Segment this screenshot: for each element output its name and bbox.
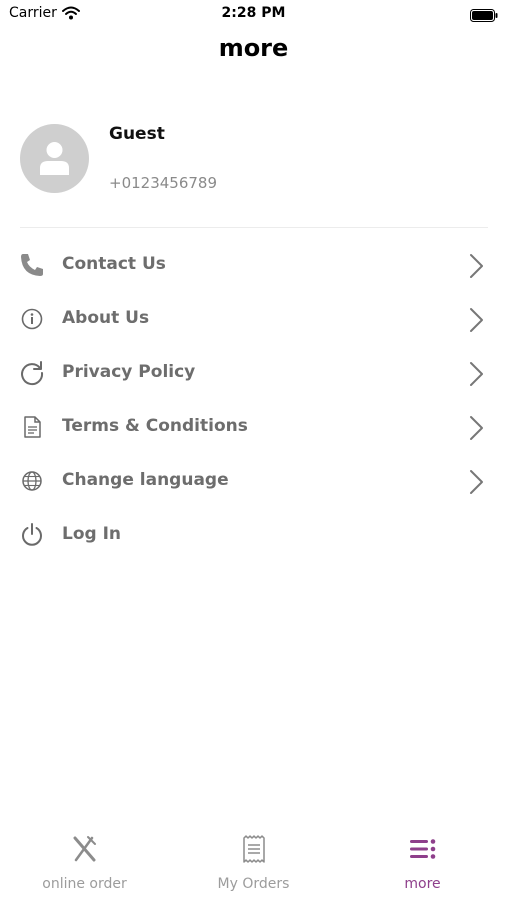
page-title: more (218, 34, 289, 62)
tab-my-orders[interactable]: My Orders (169, 832, 338, 900)
menu-item-label: Change language (62, 470, 229, 490)
document-icon (18, 413, 46, 441)
menu-item-log-in[interactable]: Log In (0, 508, 507, 562)
user-icon (40, 142, 69, 175)
chevron-right-icon (466, 361, 486, 387)
divider (20, 227, 488, 228)
menu-item-change-language[interactable]: Change language (0, 454, 507, 508)
menu-item-contact-us[interactable]: Contact Us (0, 238, 507, 292)
menu-item-privacy-policy[interactable]: Privacy Policy (0, 346, 507, 400)
power-icon (18, 521, 46, 549)
profile-phone: +0123456789 (109, 174, 218, 192)
tab-label: online order (42, 876, 127, 892)
fork-knife-icon (70, 834, 100, 864)
menu-list-icon (408, 834, 438, 864)
menu-item-terms-conditions[interactable]: Terms & Conditions (0, 400, 507, 454)
tab-more[interactable]: more (338, 832, 507, 900)
chevron-right-icon (466, 307, 486, 333)
tab-label: My Orders (217, 876, 290, 892)
tab-label: more (404, 876, 441, 892)
chevron-right-icon (466, 469, 486, 495)
avatar (20, 124, 89, 193)
tab-bar: online order My Orders more (0, 832, 507, 900)
globe-icon (18, 467, 46, 495)
menu-item-label: Terms & Conditions (62, 416, 248, 436)
status-bar: Carrier 2:28 PM (0, 0, 507, 28)
tab-online-order[interactable]: online order (0, 832, 169, 900)
phone-icon (18, 251, 46, 279)
profile-card: Guest +0123456789 (20, 124, 490, 196)
receipt-icon (239, 834, 269, 864)
battery-icon (470, 7, 498, 26)
menu-item-about-us[interactable]: About Us (0, 292, 507, 346)
menu-item-label: Contact Us (62, 254, 166, 274)
profile-name: Guest (109, 124, 165, 144)
chevron-right-icon (466, 253, 486, 279)
menu-item-label: Log In (62, 524, 122, 544)
menu-item-label: Privacy Policy (62, 362, 196, 382)
chevron-right-icon (466, 415, 486, 441)
menu-item-label: About Us (62, 308, 150, 328)
status-time: 2:28 PM (221, 5, 286, 21)
refresh-icon (18, 359, 46, 387)
info-icon (18, 305, 46, 333)
